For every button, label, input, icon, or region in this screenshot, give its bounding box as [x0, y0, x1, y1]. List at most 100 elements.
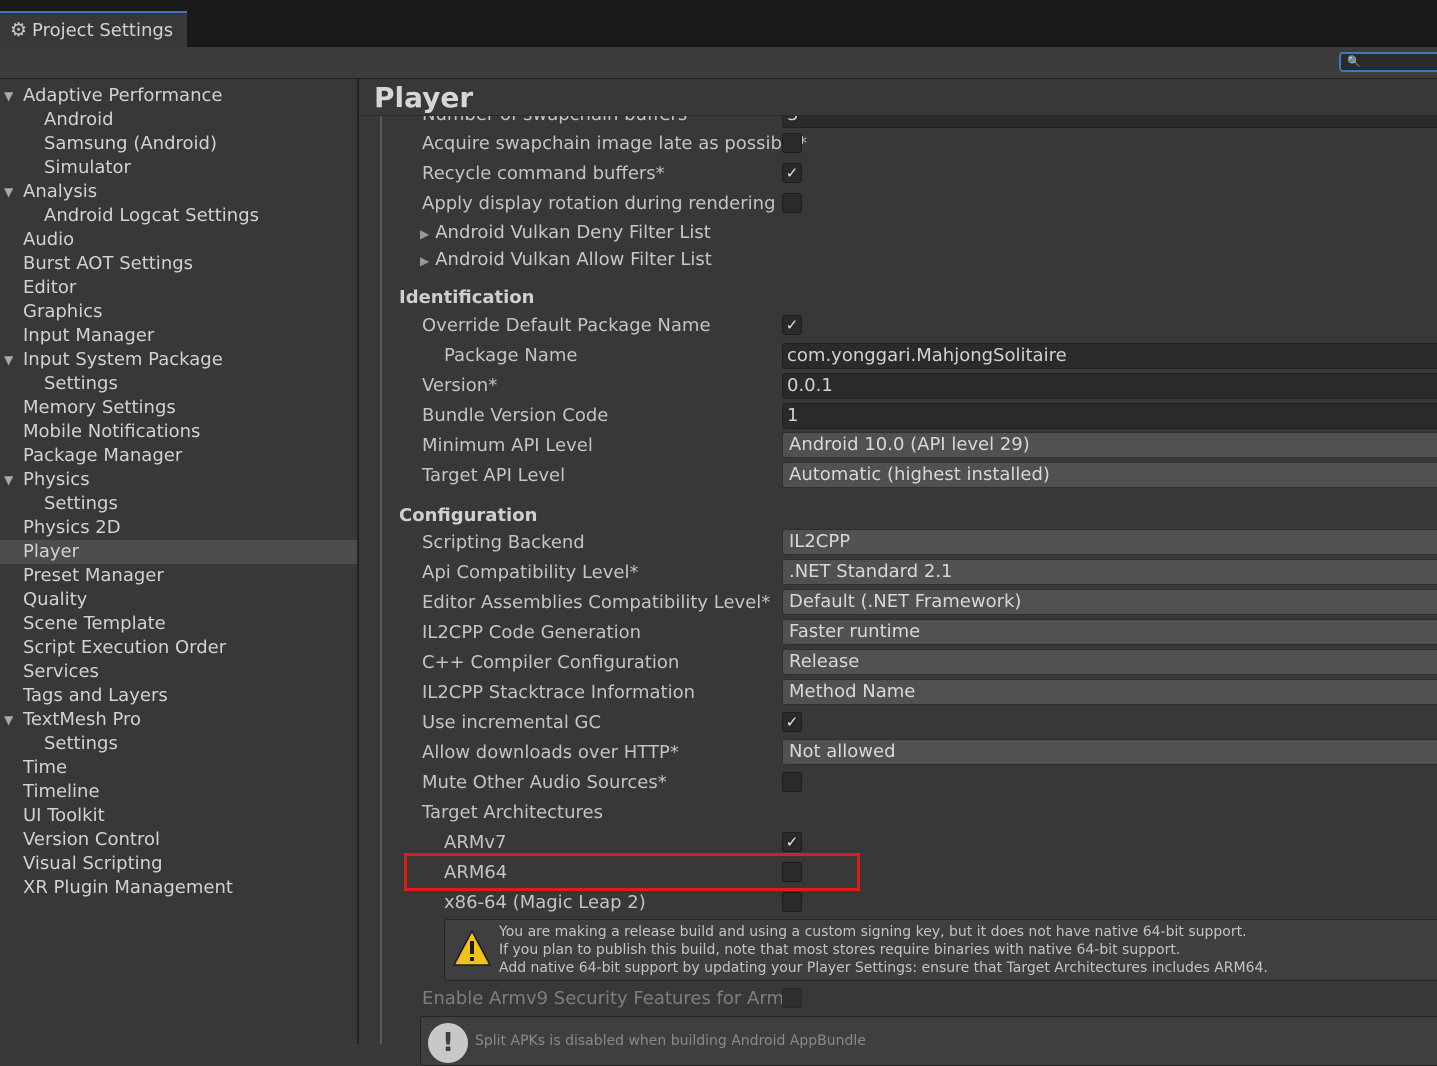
- sidebar-item[interactable]: Scene Template: [0, 612, 357, 636]
- sidebar-item-label: Input Manager: [23, 325, 155, 346]
- il2cpp-codegen-dropdown[interactable]: Faster runtime: [782, 619, 1437, 645]
- stacktrace-dropdown[interactable]: Method Name: [782, 679, 1437, 705]
- chevron-down-icon[interactable]: ▼: [4, 348, 13, 372]
- sidebar-item[interactable]: Simulator: [0, 156, 357, 180]
- min-api-dropdown[interactable]: Android 10.0 (API level 29): [782, 432, 1437, 458]
- window-top-strip: [0, 0, 1437, 8]
- sidebar-item-label: Tags and Layers: [23, 685, 168, 706]
- incremental-gc-checkbox[interactable]: ✓: [782, 712, 802, 732]
- sidebar-item[interactable]: Time: [0, 756, 357, 780]
- chevron-down-icon[interactable]: ▼: [4, 84, 13, 108]
- sidebar-item-label: Physics 2D: [23, 517, 121, 538]
- armv9-checkbox[interactable]: [782, 988, 802, 1008]
- sidebar-item-label: UI Toolkit: [23, 805, 105, 826]
- sidebar-item[interactable]: Samsung (Android): [0, 132, 357, 156]
- editor-assemblies-label: Editor Assemblies Compatibility Level*: [422, 592, 771, 613]
- split-apk-message: Split APKs is disabled when building And…: [475, 1033, 866, 1049]
- sidebar-item-label: Simulator: [44, 157, 131, 178]
- sidebar-item[interactable]: UI Toolkit: [0, 804, 357, 828]
- page-title: Player: [374, 81, 474, 114]
- sidebar-item[interactable]: Input Manager: [0, 324, 357, 348]
- warning-icon: [452, 929, 492, 966]
- sidebar-item[interactable]: Android Logcat Settings: [0, 204, 357, 228]
- sidebar-item[interactable]: ▼ Input System Package: [0, 348, 357, 372]
- sidebar-item-label: Adaptive Performance: [23, 85, 223, 106]
- sidebar-item[interactable]: Tags and Layers: [0, 684, 357, 708]
- acquire-late-checkbox[interactable]: [782, 133, 802, 153]
- sidebar-item-label: Services: [23, 661, 99, 682]
- sidebar-item[interactable]: Script Execution Order: [0, 636, 357, 660]
- deny-filter-foldout[interactable]: ▶ Android Vulkan Deny Filter List: [420, 220, 711, 246]
- sidebar-item-label: Physics: [23, 469, 90, 490]
- http-downloads-dropdown[interactable]: Not allowed: [782, 739, 1437, 765]
- sidebar-item[interactable]: Settings: [0, 732, 357, 756]
- sidebar-item[interactable]: Services: [0, 660, 357, 684]
- sidebar-item[interactable]: Graphics: [0, 300, 357, 324]
- sidebar-item[interactable]: Preset Manager: [0, 564, 357, 588]
- scripting-backend-label: Scripting Backend: [422, 532, 585, 553]
- target-api-label: Target API Level: [422, 465, 566, 486]
- display-rotation-checkbox[interactable]: [782, 193, 802, 213]
- target-api-dropdown[interactable]: Automatic (highest installed): [782, 462, 1437, 488]
- settings-sidebar: ▼ Adaptive Performance Android Samsung (And…: [0, 79, 359, 1044]
- sidebar-item[interactable]: Editor: [0, 276, 357, 300]
- armv9-label: Enable Armv9 Security Features for Arm64: [422, 988, 782, 1009]
- sidebar-item[interactable]: Visual Scripting: [0, 852, 357, 876]
- chevron-down-icon[interactable]: ▼: [4, 708, 13, 732]
- bundle-version-field[interactable]: 1: [782, 403, 1437, 429]
- sidebar-item[interactable]: ▼ Analysis: [0, 180, 357, 204]
- sidebar-item[interactable]: XR Plugin Management: [0, 876, 357, 900]
- sidebar-item[interactable]: Burst AOT Settings: [0, 252, 357, 276]
- identification-header: Identification: [399, 287, 535, 308]
- sidebar-item-label: Preset Manager: [23, 565, 164, 586]
- sidebar-item[interactable]: ▼ Physics: [0, 468, 357, 492]
- search-input[interactable]: 🔍: [1339, 52, 1437, 72]
- sidebar-item[interactable]: ▼ Adaptive Performance: [0, 84, 357, 108]
- search-icon: 🔍: [1347, 55, 1361, 68]
- version-label: Version*: [422, 375, 498, 396]
- sidebar-item[interactable]: Memory Settings: [0, 396, 357, 420]
- recycle-buffers-checkbox[interactable]: ✓: [782, 163, 802, 183]
- sidebar-item[interactable]: Android: [0, 108, 357, 132]
- sidebar-item-label: Visual Scripting: [23, 853, 163, 874]
- allow-filter-foldout[interactable]: ▶ Android Vulkan Allow Filter List: [420, 247, 712, 273]
- il2cpp-codegen-label: IL2CPP Code Generation: [422, 622, 642, 643]
- sidebar-item-label: Editor: [23, 277, 77, 298]
- chevron-right-icon: ▶: [420, 254, 430, 268]
- sidebar-item[interactable]: Audio: [0, 228, 357, 252]
- sidebar-item[interactable]: Settings: [0, 492, 357, 516]
- sidebar-item[interactable]: Package Manager: [0, 444, 357, 468]
- sidebar-item-label: Audio: [23, 229, 75, 250]
- sidebar-item[interactable]: Quality: [0, 588, 357, 612]
- chevron-down-icon[interactable]: ▼: [4, 468, 13, 492]
- chevron-down-icon[interactable]: ▼: [4, 180, 13, 204]
- api-compat-dropdown[interactable]: .NET Standard 2.1: [782, 559, 1437, 585]
- scripting-backend-dropdown[interactable]: IL2CPP: [782, 529, 1437, 555]
- sidebar-item-label: Player: [23, 541, 80, 562]
- sidebar-item[interactable]: Mobile Notifications: [0, 420, 357, 444]
- sidebar-item[interactable]: Physics 2D: [0, 516, 357, 540]
- version-field[interactable]: 0.0.1: [782, 373, 1437, 399]
- sidebar-item-label: Android: [44, 109, 114, 130]
- x86-checkbox[interactable]: [782, 892, 802, 912]
- mute-audio-checkbox[interactable]: [782, 772, 802, 792]
- bundle-version-label: Bundle Version Code: [422, 405, 609, 426]
- editor-assemblies-dropdown[interactable]: Default (.NET Framework): [782, 589, 1437, 615]
- display-rotation-label: Apply display rotation during rendering: [422, 193, 776, 214]
- package-name-field[interactable]: com.yonggari.MahjongSolitaire: [782, 343, 1437, 369]
- override-package-checkbox[interactable]: ✓: [782, 315, 802, 335]
- sidebar-item[interactable]: Settings: [0, 372, 357, 396]
- x86-label: x86-64 (Magic Leap 2): [444, 892, 646, 913]
- sidebar-item[interactable]: Version Control: [0, 828, 357, 852]
- sidebar-item[interactable]: Player: [0, 540, 357, 564]
- sidebar-item-label: Android Logcat Settings: [44, 205, 259, 226]
- armv7-checkbox[interactable]: ✓: [782, 832, 802, 852]
- acquire-late-label: Acquire swapchain image late as possible…: [422, 133, 808, 154]
- cpp-config-dropdown[interactable]: Release: [782, 649, 1437, 675]
- sidebar-item[interactable]: Timeline: [0, 780, 357, 804]
- sidebar-item[interactable]: ▼ TextMesh Pro: [0, 708, 357, 732]
- http-downloads-label: Allow downloads over HTTP*: [422, 742, 679, 763]
- sidebar-item-label: Timeline: [23, 781, 100, 802]
- warning-message: You are making a release build and using…: [499, 924, 1268, 976]
- tab-project-settings[interactable]: ⚙ Project Settings: [0, 11, 187, 47]
